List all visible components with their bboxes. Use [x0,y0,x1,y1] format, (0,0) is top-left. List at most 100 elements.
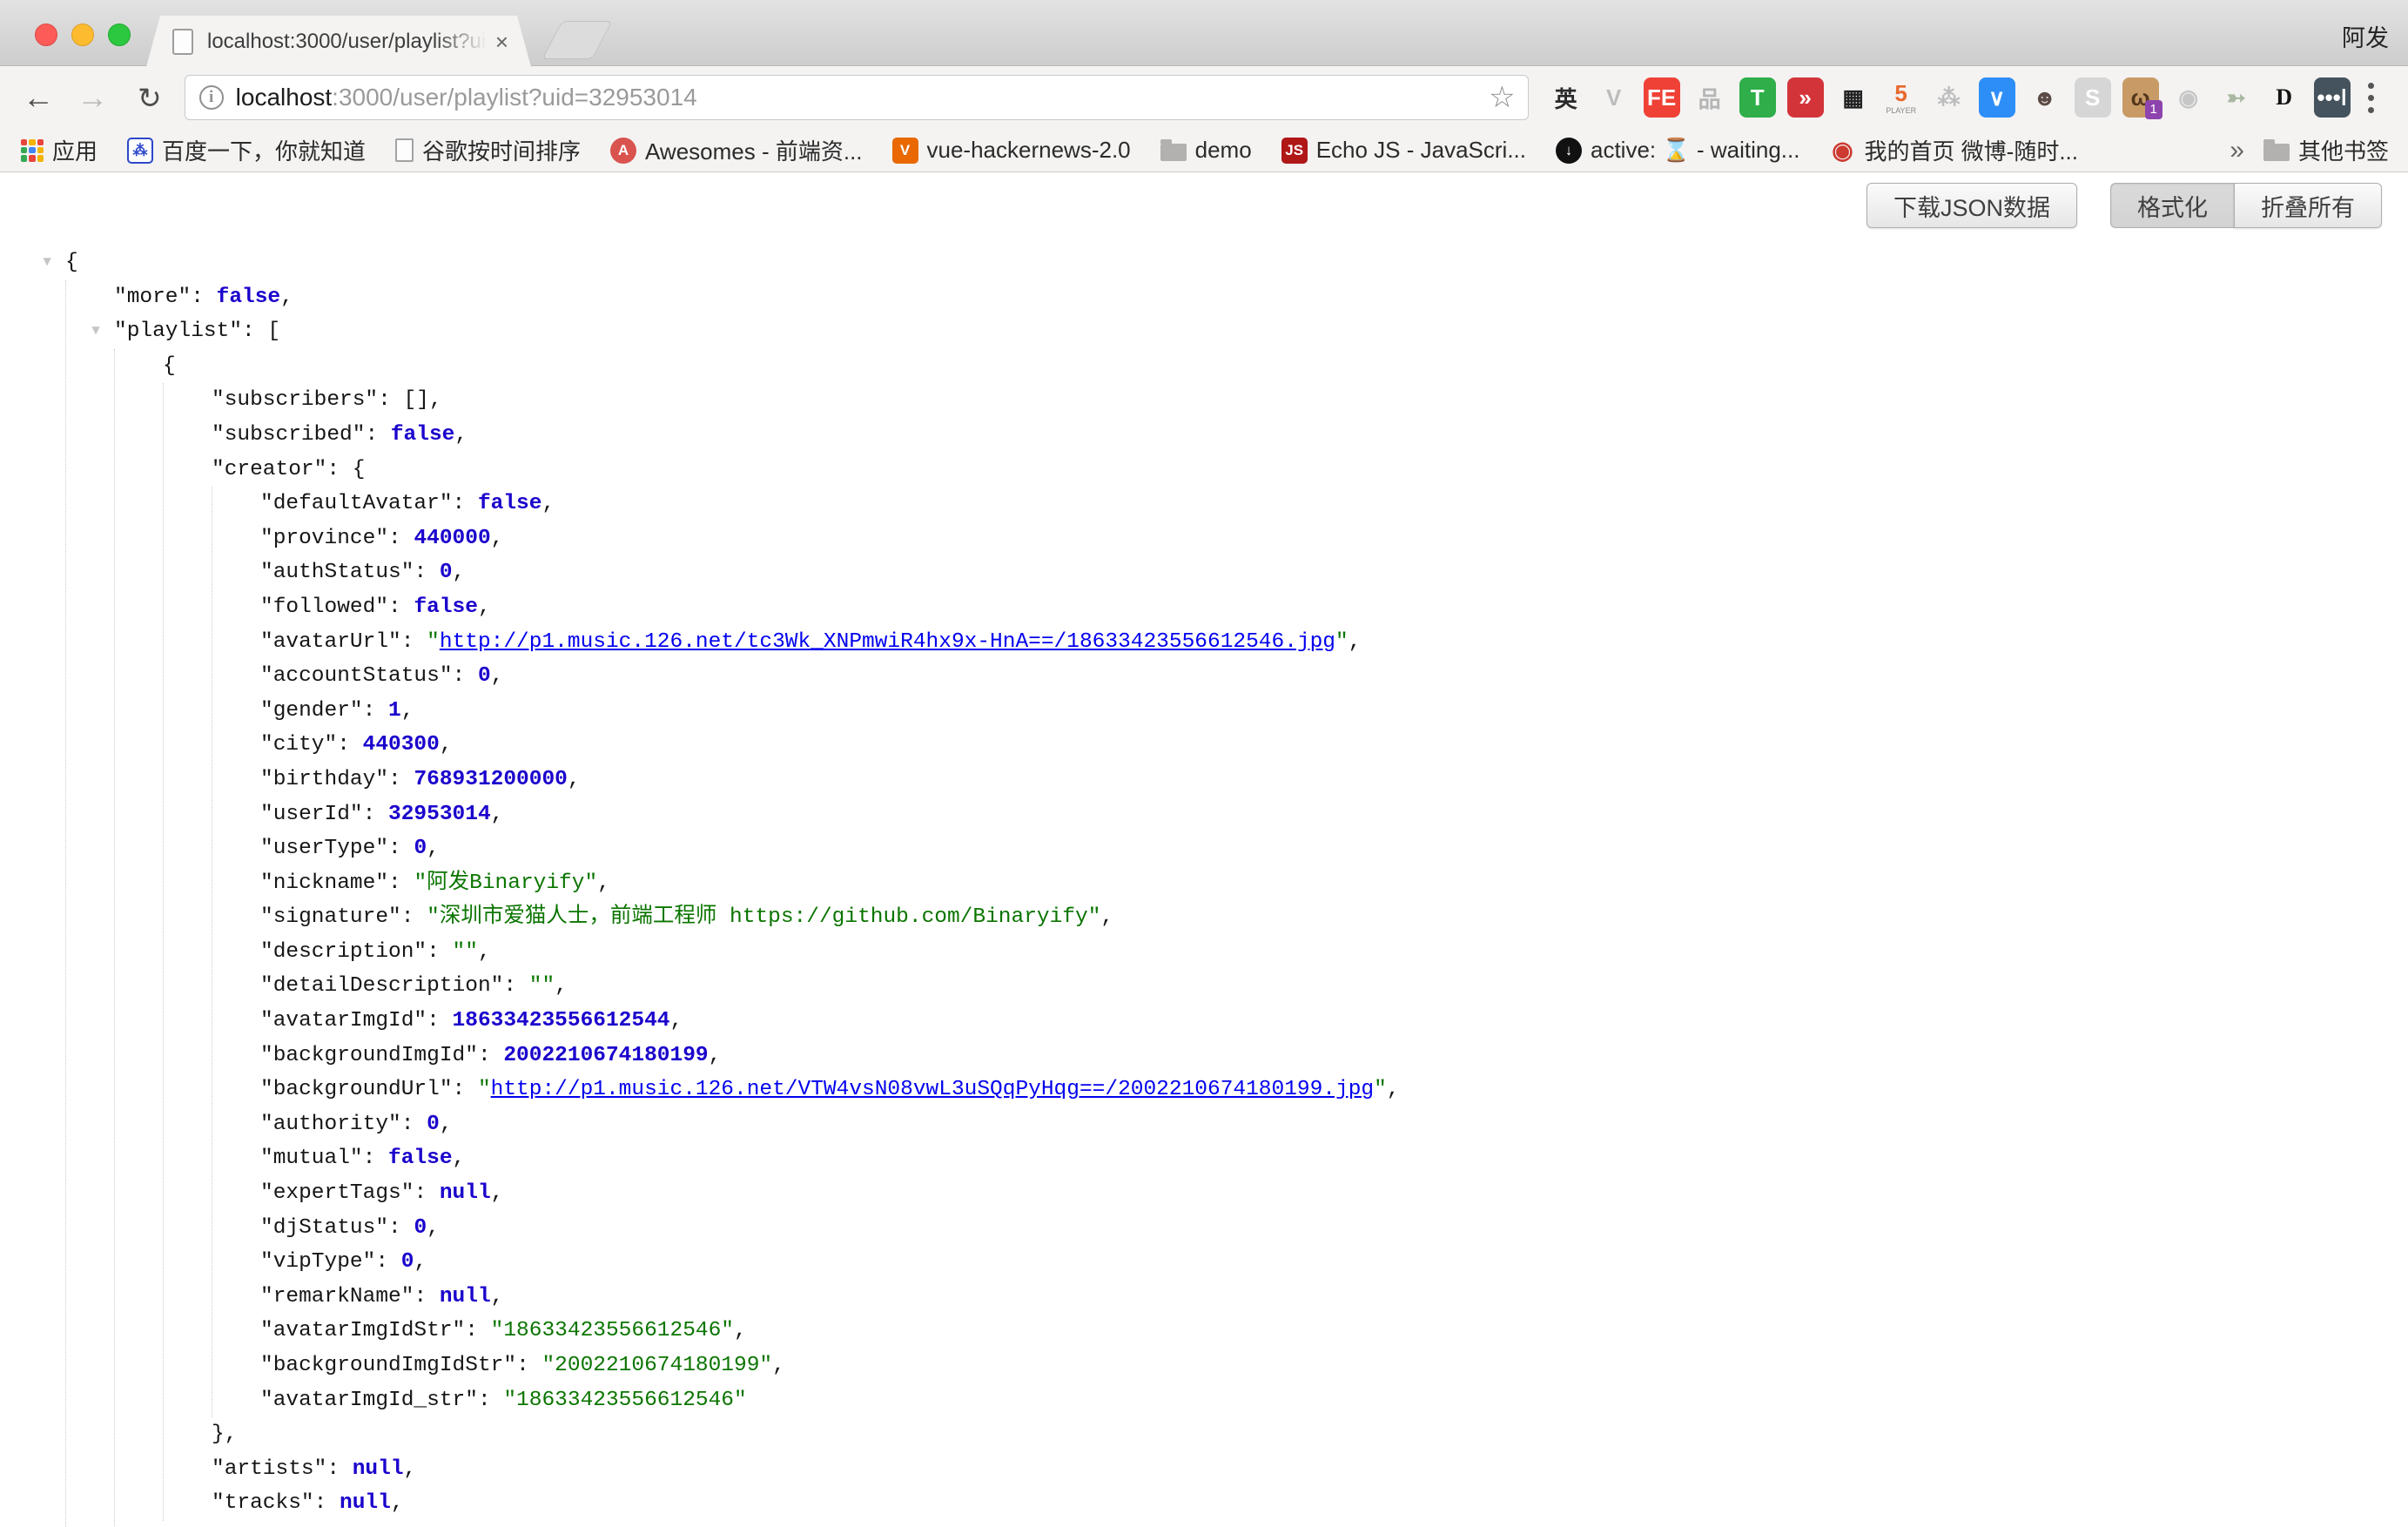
browser-toolbar: ← → ↻ i localhost:3000/user/playlist?uid… [0,66,2408,129]
collapse-toggle-icon[interactable]: ▼ [34,246,60,280]
bookmark-awesomes[interactable]: A Awesomes - 前端资... [610,134,862,166]
json-line: {"subscribers": [],"subscribed": false,"… [163,349,2408,1527]
json-line: "subscribed": false, [212,418,2408,453]
bookmark-label: vue-hackernews-2.0 [927,137,1131,164]
shield-t-icon[interactable]: T [1739,77,1776,118]
json-line: "avatarUrl": "http://p1.music.126.net/tc… [260,625,2408,660]
json-line: "avatarImgId": 18633423556612544, [260,1004,2408,1039]
page-structure-icon[interactable]: 品 [1692,77,1728,118]
password-manager-icon[interactable]: •••ǀ [2314,77,2351,118]
bookmark-google-sorted[interactable]: 谷歌按时间排序 [395,134,581,166]
document-icon [395,138,414,162]
bookmark-label: Echo JS - JavaScri... [1316,137,1526,164]
json-line: "backgroundUrl": "http://p1.music.126.ne… [260,1073,2408,1107]
d-extension-icon[interactable]: D [2266,77,2303,118]
close-window-icon[interactable] [35,24,57,46]
bookmark-active[interactable]: ↓ active: ⌛ - waiting... [1556,137,1799,164]
extension-icons-row: 英V FE 品T » ▦ 5PLAYER ⁂ ∨ ☻ Sω1 ◉ ➳ D •••ǀ [1548,77,2351,118]
mask-extension-icon[interactable]: ☻ [2027,77,2063,118]
json-line: "userId": 32953014, [260,797,2408,832]
folder-icon [1160,144,1187,161]
weibo-extension-icon[interactable]: ◉ [2170,77,2207,118]
translate-extension-icon[interactable]: 英 [1548,77,1584,118]
monkey-extension-icon[interactable]: ω1 [2122,77,2159,118]
window-controls [35,24,131,46]
s-extension-icon[interactable]: S [2075,77,2111,118]
bookmark-demo-folder[interactable]: demo [1160,137,1252,164]
vue-devtools-icon[interactable]: V [1596,77,1632,118]
reload-icon[interactable]: ↻ [138,84,162,112]
json-line: "vipType": 0, [260,1245,2408,1280]
html5-player-icon[interactable]: 5PLAYER [1883,77,1920,118]
json-line: "description": "", [260,935,2408,970]
page-favicon-icon [172,29,193,55]
bookmark-label: 我的首页 微博-随时... [1864,134,2078,166]
page-info-icon[interactable]: i [199,85,224,110]
bookmark-vue-hackernews[interactable]: Vvue-hackernews-2.0 [892,137,1131,164]
json-line: "userType": 0, [260,831,2408,866]
json-url-link[interactable]: http://p1.music.126.net/VTW4vsN08vwL3uSQ… [491,1078,1374,1101]
back-icon[interactable]: ← [23,82,54,113]
bookmark-echojs[interactable]: JS Echo JS - JavaScri... [1281,137,1526,164]
json-line: "backgroundImgId": 2002210674180199, [260,1039,2408,1073]
json-line: ▼"playlist": [{"subscribers": [],"subscr… [114,314,2408,1527]
new-tab-button[interactable] [541,21,612,59]
json-line: "detailDescription": "", [260,969,2408,1004]
json-line: "authStatus": 0, [260,555,2408,590]
json-line: "authority": 0, [260,1107,2408,1142]
page-content: 下载JSON数据 格式化 折叠所有 ▼{"more": false,▼"play… [0,172,2408,1527]
v-download-icon[interactable]: ∨ [1979,77,2015,118]
bird-extension-icon[interactable]: ➳ [2218,77,2255,118]
down-arrow-icon: ↓ [1556,138,1582,164]
collapse-toggle-icon[interactable]: ▼ [83,314,109,349]
json-line: "mutual": false, [260,1141,2408,1176]
json-line: "subscribers": [], [212,383,2408,418]
apps-grid-icon [21,139,44,162]
browser-menu-icon[interactable] [2368,83,2374,113]
json-line: "birthday": 768931200000, [260,763,2408,797]
weibo-icon: ◉ [1829,138,1855,164]
other-bookmarks-label: 其他书签 [2298,134,2389,166]
bookmark-apps[interactable]: 应用 [21,134,98,166]
json-line: "tracks": null, [212,1486,2408,1521]
minimize-window-icon[interactable] [71,24,94,46]
json-line: "remarkName": null, [260,1280,2408,1315]
other-bookmarks-folder[interactable]: 其他书签 [2263,134,2389,166]
awesome-a-icon: A [610,138,636,164]
js-icon: JS [1281,138,1308,164]
json-line: "defaultAvatar": false, [260,487,2408,521]
format-button[interactable]: 格式化 [2110,183,2234,228]
bookmark-label: 谷歌按时间排序 [422,134,581,166]
json-line: "djStatus": 0, [260,1211,2408,1246]
forward-icon: → [77,82,108,113]
browser-profile-name[interactable]: 阿发 [2342,19,2389,53]
download-json-button[interactable]: 下载JSON数据 [1867,183,2077,228]
view-mode-segmented-control: 格式化 折叠所有 [2110,183,2382,228]
video-speed-icon[interactable]: » [1787,77,1824,118]
tab-close-icon[interactable]: × [495,30,508,53]
json-url-link[interactable]: http://p1.music.126.net/tc3Wk_XNPmwiR4hx… [440,630,1335,654]
json-line: "followed": false, [260,590,2408,625]
folder-icon [2263,144,2290,161]
bookmarks-overflow-icon[interactable]: » [2230,136,2244,165]
bookmark-label: active: ⌛ - waiting... [1591,137,1799,164]
json-line: "gender": 1, [260,694,2408,729]
address-bar[interactable]: i localhost:3000/user/playlist?uid=32953… [185,75,1529,120]
collapse-all-button[interactable]: 折叠所有 [2234,183,2382,228]
fehelper-icon[interactable]: FE [1644,77,1680,118]
url-text: localhost:3000/user/playlist?uid=3295301… [236,84,697,111]
zoom-window-icon[interactable] [108,24,131,46]
paw-extension-icon[interactable]: ⁂ [1931,77,1967,118]
json-line: "avatarImgId_str": "18633423556612546" [260,1383,2408,1418]
bookmark-weibo-home[interactable]: ◉ 我的首页 微博-随时... [1829,134,2078,166]
bookmark-baidu[interactable]: ⁂百度一下，你就知道 [127,134,366,166]
bookmark-star-icon[interactable]: ☆ [1489,80,1515,115]
json-line: "expertTags": null, [260,1176,2408,1211]
bookmark-label: 应用 [52,134,98,166]
bookmark-label: Awesomes - 前端资... [645,134,862,166]
json-line: "artists": null, [212,1452,2408,1487]
baidu-paw-icon: ⁂ [127,138,153,164]
qrcode-icon[interactable]: ▦ [1835,77,1872,118]
json-line: "accountStatus": 0, [260,659,2408,694]
browser-tab[interactable]: localhost:3000/user/playlist?ui × [146,16,531,67]
